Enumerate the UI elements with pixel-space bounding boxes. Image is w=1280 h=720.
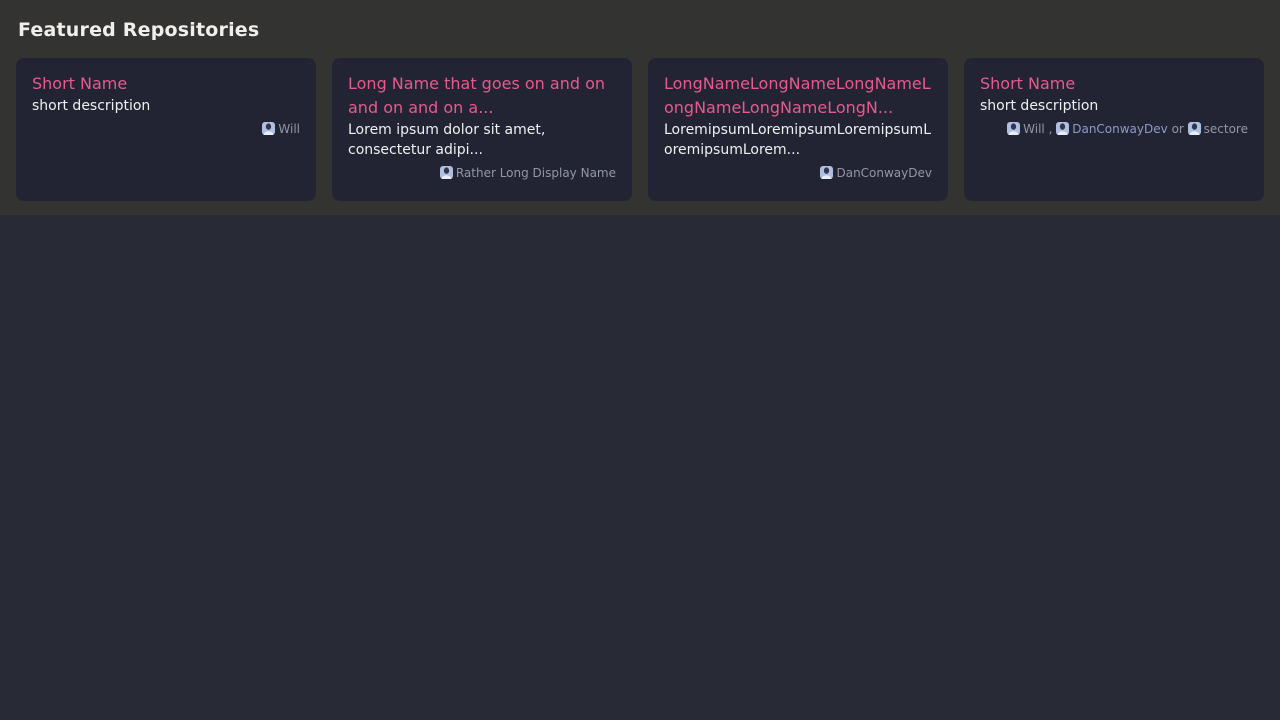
maintainer-link[interactable]: DanConwayDev (836, 166, 932, 180)
person-avatar-icon (1007, 122, 1020, 135)
repo-description-line: consectetur adipi... (348, 140, 616, 160)
repo-description: short description (32, 96, 300, 116)
content-area (0, 215, 1280, 720)
maintainer-item: Will , (1007, 122, 1056, 136)
maintainer-item: Will (262, 122, 300, 136)
maintainer-item: DanConwayDev (820, 166, 932, 180)
repo-title-link[interactable]: Long Name that goes on and onand on and … (348, 72, 616, 120)
person-avatar-icon (262, 122, 275, 135)
maintainer-link[interactable]: Will (278, 122, 300, 136)
page: Featured Repositories Short Nameshort de… (0, 0, 1280, 720)
repo-title-line: Short Name (32, 72, 300, 96)
repo-description-line: LoremipsumLoremipsumLoremipsumL (664, 120, 932, 140)
maintainers-row: Rather Long Display Name (348, 165, 616, 181)
maintainer-link[interactable]: Will (1023, 122, 1045, 136)
maintainer-item: Rather Long Display Name (440, 166, 616, 180)
repo-description: short description (980, 96, 1248, 116)
repo-title-line: Short Name (980, 72, 1248, 96)
featured-repositories-section: Featured Repositories Short Nameshort de… (0, 0, 1280, 215)
cards-row: Short Nameshort descriptionWillLong Name… (16, 58, 1264, 201)
repo-title-line: and on and on a... (348, 96, 616, 120)
repo-title-link[interactable]: Short Name (980, 72, 1248, 96)
repo-description: LoremipsumLoremipsumLoremipsumLoremipsum… (664, 120, 932, 160)
repo-title-link[interactable]: LongNameLongNameLongNameLongNameLongName… (664, 72, 932, 120)
repo-card[interactable]: Short Nameshort description Will (16, 58, 316, 201)
maintainer-separator: , (1045, 122, 1056, 136)
repo-description: Lorem ipsum dolor sit amet,consectetur a… (348, 120, 616, 160)
maintainers-row: DanConwayDev (664, 165, 932, 181)
repo-description-line: short description (980, 96, 1248, 116)
page-title: Featured Repositories (18, 16, 1264, 44)
person-avatar-icon (1056, 122, 1069, 135)
maintainer-link[interactable]: sectore (1204, 122, 1248, 136)
repo-card[interactable]: LongNameLongNameLongNameLongNameLongName… (648, 58, 948, 201)
maintainers-row: Will , DanConwayDev or sectore (980, 121, 1248, 137)
person-avatar-icon (820, 166, 833, 179)
repo-title-line: LongNameLongNameLongNameL (664, 72, 932, 96)
repo-title-line: Long Name that goes on and on (348, 72, 616, 96)
maintainers-row: Will (32, 121, 300, 137)
repo-description-line: short description (32, 96, 300, 116)
repo-title-link[interactable]: Short Name (32, 72, 300, 96)
maintainer-link[interactable]: Rather Long Display Name (456, 166, 616, 180)
person-avatar-icon (440, 166, 453, 179)
maintainer-item: DanConwayDev or (1056, 122, 1187, 136)
maintainer-separator: or (1168, 122, 1188, 136)
repo-description-line: Lorem ipsum dolor sit amet, (348, 120, 616, 140)
maintainer-link[interactable]: DanConwayDev (1072, 122, 1168, 136)
person-avatar-icon (1188, 122, 1201, 135)
repo-card[interactable]: Long Name that goes on and onand on and … (332, 58, 632, 201)
repo-title-line: ongNameLongNameLongN... (664, 96, 932, 120)
repo-description-line: oremipsumLorem... (664, 140, 932, 160)
maintainer-item: sectore (1188, 122, 1248, 136)
repo-card[interactable]: Short Nameshort description Will , DanCon… (964, 58, 1264, 201)
